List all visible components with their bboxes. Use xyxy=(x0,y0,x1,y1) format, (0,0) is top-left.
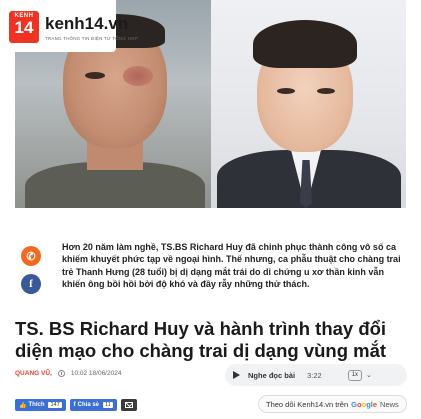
zalo-icon: ✆ xyxy=(26,250,36,263)
like-label: Thích xyxy=(28,402,45,408)
google-news-logo: Google xyxy=(351,399,378,409)
logo-badge-number: 14 xyxy=(14,18,34,37)
facebook-icon: f xyxy=(73,402,76,408)
like-count: 147 xyxy=(48,402,62,408)
publish-datetime: 10:02 18/06/2024 xyxy=(70,370,122,377)
chevron-down-icon[interactable]: ⌄ xyxy=(366,371,372,379)
facebook-icon: f xyxy=(29,278,33,290)
audio-player: Nghe đọc bài 3:22 1x ⌄ xyxy=(225,364,407,386)
play-icon[interactable] xyxy=(233,371,240,379)
speed-button[interactable]: 1x xyxy=(347,369,363,381)
logo-tagline: TRANG THÔNG TIN ĐIỆN TỬ TỔNG HỢP xyxy=(45,36,139,41)
swollen-eye xyxy=(123,66,153,86)
social-bar: 👍 Thích 147 f Chia sẻ 11 xyxy=(15,399,137,411)
facebook-share-button[interactable]: f Chia sẻ 11 xyxy=(69,399,117,411)
thumbs-up-icon: 👍 xyxy=(19,402,27,409)
logo-badge: KENH 14 xyxy=(9,11,39,43)
eye xyxy=(277,88,295,94)
eye xyxy=(317,88,335,94)
news-label: News xyxy=(380,399,399,409)
clock-icon xyxy=(57,370,65,377)
site-logo[interactable]: KENH 14 kenh14.vn TRANG THÔNG TIN ĐIỆN T… xyxy=(0,0,138,52)
author-link[interactable]: QUANG VŨ, xyxy=(15,370,52,377)
article-meta: QUANG VŨ, 10:02 18/06/2024 xyxy=(15,370,121,377)
zalo-share-button[interactable]: ✆ xyxy=(21,246,41,266)
facebook-share-button[interactable]: f xyxy=(21,274,41,294)
eye xyxy=(85,72,105,79)
google-news-follow-button[interactable]: Theo dõi Kenh14.vn trên Google News xyxy=(258,395,407,413)
side-share: ✆ f xyxy=(21,246,41,302)
listen-label: Nghe đọc bài xyxy=(248,370,296,380)
article-sapo: Hơn 20 năm làm nghề, TS.BS Richard Huy đ… xyxy=(62,242,401,290)
share-label: Chia sẻ xyxy=(77,402,100,408)
follow-text: Theo dõi Kenh14.vn trên xyxy=(266,399,349,409)
audio-duration: 3:22 xyxy=(307,370,322,380)
hair xyxy=(253,20,357,68)
mail-icon xyxy=(124,402,133,408)
share-count: 11 xyxy=(103,402,113,408)
facebook-like-button[interactable]: 👍 Thích 147 xyxy=(15,399,66,411)
article-title: TS. BS Richard Huy và hành trình thay đổ… xyxy=(15,318,387,361)
logo-name: kenh14.vn xyxy=(45,14,129,33)
after-photo xyxy=(211,0,406,208)
email-share-button[interactable] xyxy=(120,399,137,411)
